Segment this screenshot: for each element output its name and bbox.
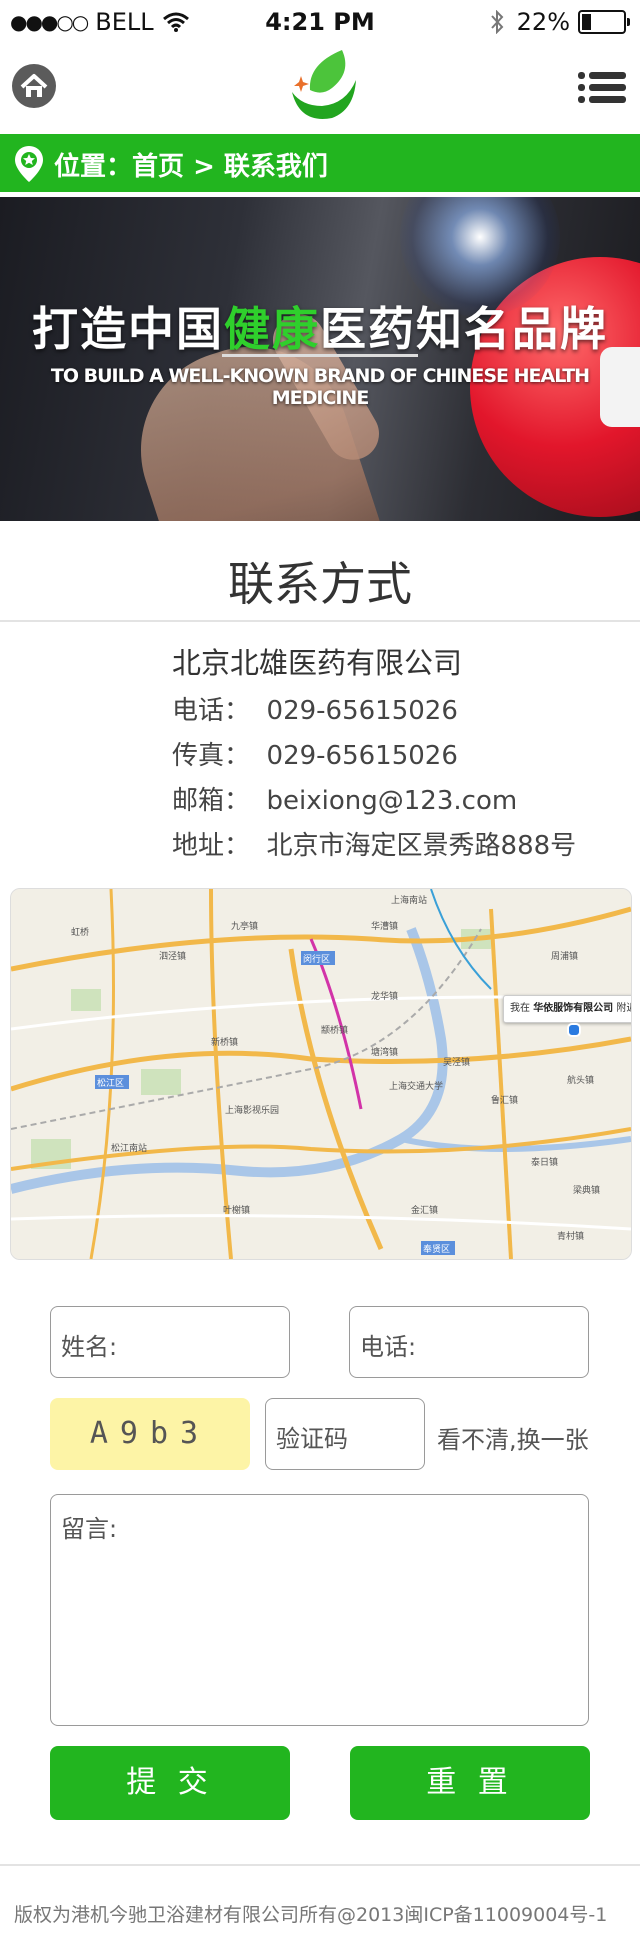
contact-info: 北京北雄医药有限公司 电话： 029-65615026 传真： 029-6561…	[172, 637, 576, 869]
map-label: 叶榭镇	[223, 1206, 251, 1216]
footer-divider	[0, 1864, 640, 1866]
map-label: 松江区	[97, 1079, 125, 1089]
captcha-input[interactable]: 验证码	[265, 1398, 425, 1470]
map-roads	[11, 889, 631, 1259]
location-map[interactable]: 上海南站 虹桥 闵行区 松江区 九亭镇 泗泾镇 新桥镇 颛桥镇 塘湾镇 吴泾镇 …	[10, 888, 632, 1260]
contact-phone: 电话： 029-65615026	[172, 696, 458, 726]
section-divider	[0, 620, 640, 622]
banner-title-highlight: 健康	[224, 302, 320, 356]
submit-button[interactable]: 提 交	[50, 1746, 290, 1820]
company-name: 北京北雄医药有限公司	[172, 646, 463, 680]
map-label: 颛桥镇	[321, 1026, 349, 1036]
map-label: 龙华镇	[371, 992, 399, 1002]
map-label: 新桥镇	[211, 1038, 239, 1048]
footer-copyright: 版权为港机今驰卫浴建材有限公司所有@2013闽ICP备11009004号-1	[14, 1904, 608, 1926]
map-label: 金汇镇	[411, 1206, 439, 1216]
map-label: 泗泾镇	[159, 952, 187, 962]
hero-banner: 打造中国健康医药知名品牌 TO BUILD A WELL-KNOWN BRAND…	[0, 197, 640, 521]
reset-button[interactable]: 重 置	[350, 1746, 590, 1820]
page-title: 联系方式	[228, 557, 412, 611]
phone-input[interactable]: 电话:	[349, 1306, 589, 1378]
breadcrumb-text: 位置：首页 > 联系我们	[54, 146, 328, 183]
map-label: 上海交通大学	[389, 1082, 444, 1092]
map-label: 周浦镇	[551, 952, 579, 962]
refresh-captcha-link[interactable]: 看不清,换一张	[437, 1420, 589, 1455]
banner-underline	[222, 354, 418, 357]
map-label: 上海南站	[391, 896, 428, 906]
breadcrumb-current: 联系我们	[223, 152, 328, 182]
map-label: 梁典镇	[573, 1186, 601, 1196]
battery-icon	[578, 10, 630, 34]
map-label: 华漕镇	[371, 922, 399, 932]
map-popup: 我在 华依服饰有限公司 附近	[503, 995, 631, 1023]
battery-percent: 22%	[516, 8, 570, 36]
site-logo[interactable]	[280, 44, 360, 134]
bluetooth-icon	[490, 10, 504, 34]
breadcrumb-home-link[interactable]: 首页	[132, 152, 184, 182]
banner-subtitle: TO BUILD A WELL-KNOWN BRAND OF CHINESE H…	[50, 365, 590, 409]
map-label: 航头镇	[567, 1076, 595, 1086]
map-label: 闵行区	[303, 955, 331, 965]
map-label: 泰日镇	[531, 1158, 559, 1168]
map-label: 松江南站	[111, 1144, 148, 1154]
map-label: 虹桥	[71, 928, 90, 938]
map-label: 青村镇	[557, 1232, 585, 1242]
map-label: 塘湾镇	[371, 1048, 399, 1058]
status-bar: ●●●○○ BELL 4:21 PM 22%	[0, 0, 640, 44]
contact-fax: 传真： 029-65615026	[172, 741, 458, 771]
breadcrumb-prefix: 位置：	[54, 152, 133, 182]
menu-button[interactable]	[578, 70, 626, 106]
location-pin-icon	[15, 146, 43, 182]
map-popup-name: 华依服饰有限公司	[533, 1003, 614, 1014]
map-label: 吴泾镇	[443, 1058, 471, 1068]
map-label: 上海影视乐园	[225, 1106, 280, 1116]
banner-title: 打造中国健康医药知名品牌	[32, 302, 608, 356]
breadcrumb: 位置：首页 > 联系我们	[0, 134, 640, 192]
map-label: 奉贤区	[423, 1245, 451, 1255]
battery-info: 22%	[489, 8, 630, 36]
contact-address: 地址： 北京市海定区景秀路888号	[172, 831, 577, 861]
map-marker-icon[interactable]	[567, 1023, 581, 1037]
home-button[interactable]	[12, 64, 56, 108]
contact-email: 邮箱： beixiong@123.com	[172, 786, 518, 816]
site-header	[0, 44, 640, 134]
home-icon	[20, 74, 48, 97]
message-textarea[interactable]: 留言:	[50, 1494, 589, 1726]
menu-icon	[578, 72, 626, 103]
captcha-image[interactable]: A9b3	[50, 1398, 250, 1470]
map-label: 鲁汇镇	[491, 1096, 519, 1106]
map-label: 九亭镇	[231, 922, 259, 932]
name-input[interactable]: 姓名:	[50, 1306, 290, 1378]
breadcrumb-separator: >	[184, 152, 224, 182]
